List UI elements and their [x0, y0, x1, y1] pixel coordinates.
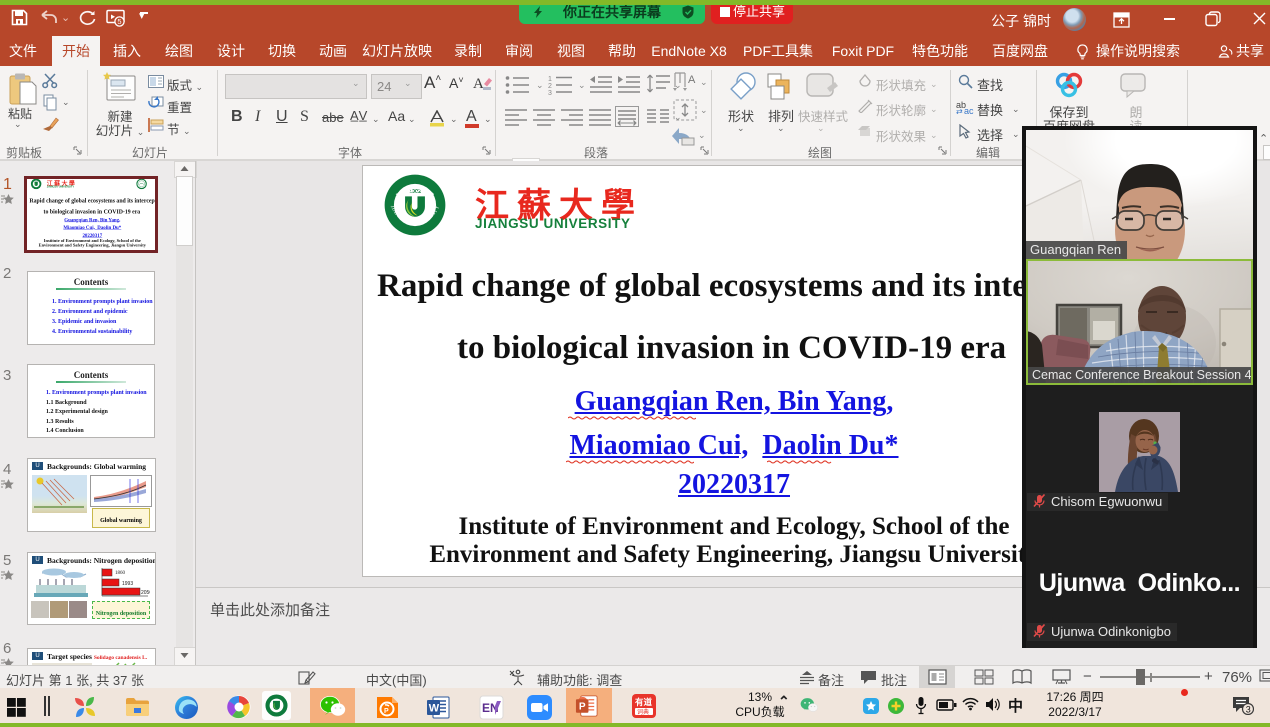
svg-text:3: 3 — [1246, 705, 1251, 715]
svg-text:A: A — [473, 76, 484, 92]
svg-text:1860: 1860 — [115, 571, 126, 576]
svg-text:2: 2 — [548, 83, 552, 90]
svg-text:有道: 有道 — [635, 697, 653, 707]
svg-text:P: P — [579, 701, 586, 712]
svg-text:⇄: ⇄ — [956, 107, 963, 114]
svg-text:ac: ac — [964, 106, 974, 114]
svg-text:2050: 2050 — [141, 590, 150, 596]
svg-text:词典: 词典 — [637, 708, 649, 716]
svg-text:1: 1 — [548, 76, 552, 83]
svg-text:1993: 1993 — [122, 581, 133, 587]
svg-text:W: W — [429, 703, 440, 715]
svg-text:A: A — [688, 74, 696, 86]
svg-text:3: 3 — [548, 90, 552, 96]
svg-text:P: P — [384, 708, 389, 715]
svg-text:5: 5 — [117, 17, 121, 26]
